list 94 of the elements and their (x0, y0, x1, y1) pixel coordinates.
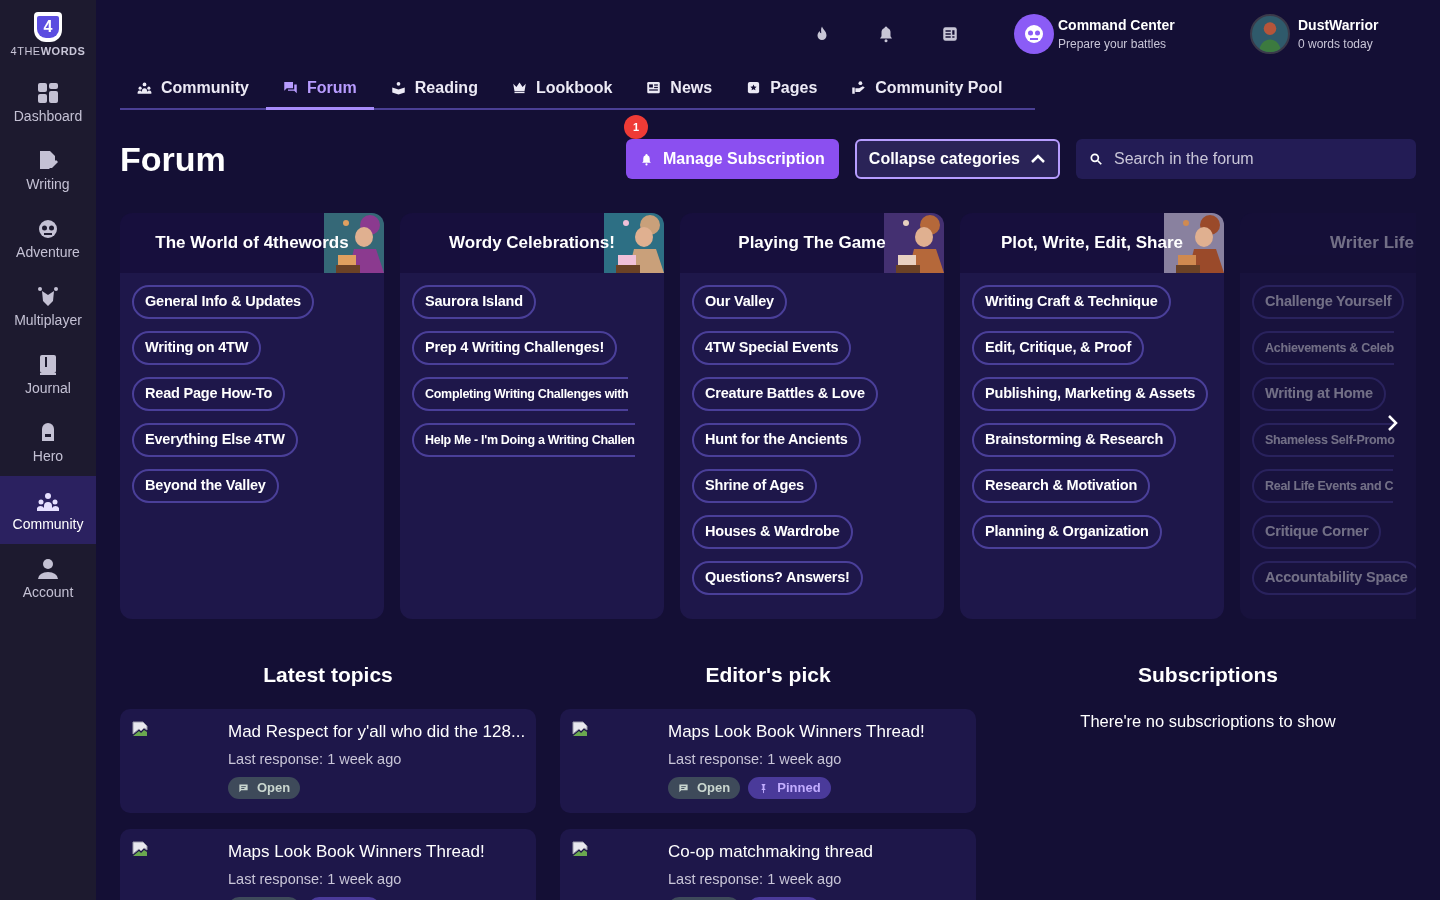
chat-icon (238, 782, 249, 794)
logo-shield: 4 (34, 12, 62, 42)
open-badge: Open (668, 777, 741, 799)
topic-meta: Last response: 1 week ago (668, 750, 843, 769)
tab[interactable]: Forum (266, 68, 374, 110)
command-center-title[interactable]: Command Center (1058, 15, 1175, 35)
tab[interactable]: Reading (373, 68, 495, 110)
topic-chip[interactable]: Creature Battles & Love (692, 377, 878, 411)
topic-meta: Last response: 1 week ago (228, 870, 403, 889)
topic-chip[interactable]: Read Page How-To (132, 377, 286, 411)
empty-message: There're no subscrioptions to show (1079, 711, 1337, 732)
broken-image-icon (132, 841, 148, 857)
topic-card[interactable]: Co-op matchmaking thread Last response: 1 week ago (560, 829, 976, 900)
bell-icon (640, 152, 654, 166)
star-page-icon (746, 80, 762, 95)
sidebar-item[interactable]: Multiplayer (0, 272, 96, 340)
topic-chip[interactable]: Prep 4 Writing Challenges! (412, 331, 618, 365)
broken-image-icon (132, 721, 148, 737)
topic-chip[interactable]: Writing Craft & Technique (972, 285, 1171, 319)
category-title[interactable]: Plot, Write, Edit, Share (1001, 230, 1183, 256)
user-avatar[interactable] (1250, 14, 1290, 54)
notification-badge: 1 (624, 115, 649, 139)
broken-image-icon (572, 721, 588, 737)
topic-card[interactable]: Maps Look Book Winners Thread! Last response: 1 week ago Open Pinned (560, 709, 976, 813)
topic-chip[interactable]: Houses & Wardrobe (692, 515, 853, 549)
command-center-subtitle: Prepare your battles (1058, 36, 1168, 53)
section-title: Subscriptions (1137, 662, 1279, 688)
sidebar-item[interactable]: Hero (0, 408, 96, 476)
robot-face-icon (36, 217, 60, 241)
topic-chip[interactable]: Planning & Organization (972, 515, 1162, 549)
category-title[interactable]: Wordy Celebrations! (449, 230, 615, 256)
search-icon (1089, 152, 1103, 166)
topic-meta: Last response: 1 week ago (668, 870, 843, 889)
bell-icon[interactable] (877, 25, 895, 43)
tab[interactable]: News (629, 68, 730, 110)
topic-chip[interactable]: Edit, Critique, & Proof (972, 331, 1145, 365)
topic-chip[interactable]: Beyond the Valley (132, 469, 279, 503)
topic-chip[interactable]: Writing on 4TW (132, 331, 262, 365)
crown-icon (511, 80, 527, 95)
topic-chip[interactable]: 4TW Special Events (692, 331, 852, 365)
newspaper-icon (646, 80, 662, 95)
sidebar-item[interactable]: Journal (0, 340, 96, 408)
logo-wordmark: 4THEWORDS (10, 46, 86, 57)
command-center-avatar[interactable] (1014, 14, 1054, 54)
sidebar-item[interactable]: Writing (0, 136, 96, 204)
manage-subscription-button[interactable]: Manage Subscription (626, 139, 839, 179)
topic-title[interactable]: Maps Look Book Winners Thread! (228, 841, 485, 863)
reader-icon (390, 80, 406, 95)
dashboard-icon (36, 81, 60, 105)
topic-chip[interactable]: Completing Writing Challenges with (412, 377, 629, 411)
sidebar-item[interactable]: Dashboard (0, 68, 96, 136)
open-badge: Open (228, 777, 301, 799)
sidebar-item[interactable]: Adventure (0, 204, 96, 272)
tab[interactable]: Community (120, 68, 266, 110)
tab[interactable]: Community Pool (834, 68, 1020, 110)
pinned-badge: Pinned (748, 777, 831, 799)
topic-chip[interactable]: General Info & Updates (132, 285, 314, 319)
topic-chip[interactable]: Brainstorming & Research (972, 423, 1177, 457)
topic-chip[interactable]: Shrine of Ages (692, 469, 817, 503)
tab[interactable]: Pages (729, 68, 835, 110)
chat-bubbles-icon (283, 80, 298, 95)
topic-chip[interactable]: Everything Else 4TW (132, 423, 298, 457)
topic-title[interactable]: Maps Look Book Winners Thread! (668, 721, 925, 743)
category-title[interactable]: The World of 4thewords (155, 230, 349, 256)
broken-image-icon (572, 841, 588, 857)
topic-card[interactable]: Maps Look Book Winners Thread! Last response: 1 week ago (120, 829, 536, 900)
section-title: Latest topics (262, 662, 394, 688)
user-name[interactable]: DustWarrior (1298, 15, 1379, 35)
collapse-categories-button[interactable]: Collapse categories (854, 139, 1060, 179)
topic-title[interactable]: Mad Respect for y'all who did the 128... (228, 721, 526, 743)
tab[interactable]: Lookbook (494, 68, 630, 110)
person-icon (36, 557, 60, 581)
topic-chip[interactable]: Our Valley (692, 285, 787, 319)
shield-swords-icon (36, 285, 60, 309)
people-group-icon (137, 80, 152, 95)
hand-heart-icon (851, 80, 867, 95)
topic-chip[interactable]: Help Me - I'm Doing a Writing Challen (412, 423, 635, 457)
section-title: Editor's pick (704, 662, 832, 688)
chat-icon (678, 782, 689, 794)
sidebar-item[interactable]: Account (0, 544, 96, 612)
topic-chip[interactable]: Hunt for the Ancients (692, 423, 861, 457)
topic-chip[interactable]: Saurora Island (412, 285, 536, 319)
topic-meta: Last response: 1 week ago (228, 750, 403, 769)
topic-chip[interactable]: Questions? Answers! (692, 561, 863, 595)
news-icon[interactable] (941, 25, 959, 43)
page-title: Forum (120, 142, 226, 176)
topic-card[interactable]: Mad Respect for y'all who did the 128... Last response: 1 week ago Open (120, 709, 536, 813)
category-title[interactable]: Playing The Game (738, 230, 886, 256)
sidebar-item[interactable]: Community (0, 476, 96, 544)
topic-title[interactable]: Co-op matchmaking thread (668, 841, 874, 863)
search-field[interactable]: Search in the forum (1076, 139, 1416, 179)
topic-chip[interactable]: Research & Motivation (972, 469, 1151, 503)
user-word-count: 0 words today (1298, 36, 1374, 53)
topic-chip[interactable]: Publishing, Marketing & Assets (972, 377, 1209, 411)
